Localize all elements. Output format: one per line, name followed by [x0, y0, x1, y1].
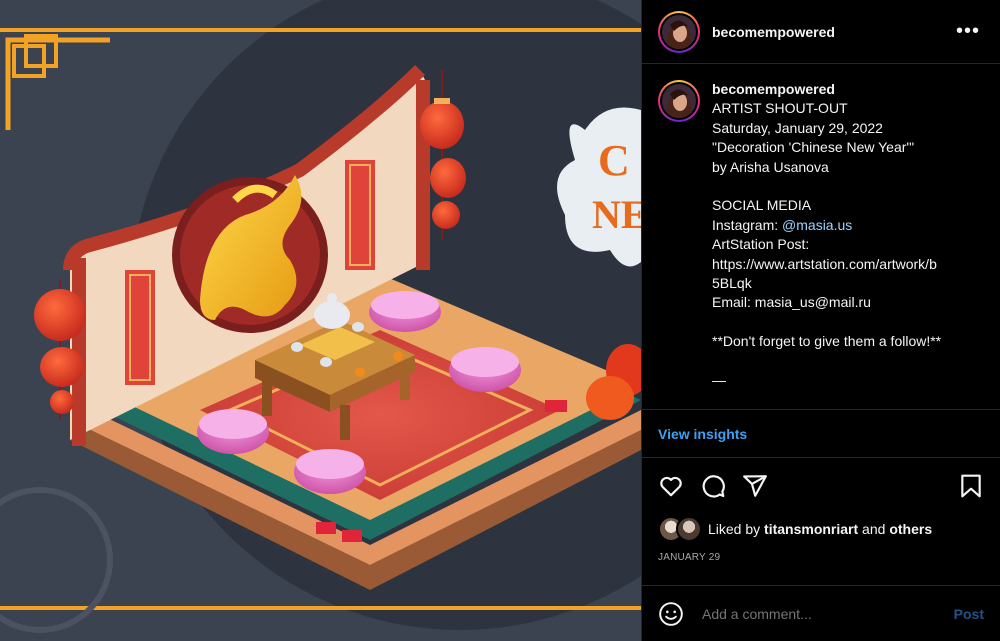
caption-line: Email: masia_us@mail.ru: [712, 294, 871, 311]
caption-text: becomempowered ARTIST SHOUT-OUT Saturday…: [712, 80, 972, 409]
comment-input[interactable]: [700, 604, 954, 623]
author-username[interactable]: becomempowered: [712, 24, 835, 40]
caption-avatar[interactable]: [658, 80, 700, 122]
caption-line: [712, 313, 972, 332]
caption-line: SOCIAL MEDIA: [712, 197, 812, 214]
liked-by-prefix: Liked by: [708, 521, 761, 537]
action-bar: [642, 458, 1000, 514]
post-image[interactable]: C NE: [0, 0, 641, 641]
more-horizontal-icon[interactable]: •••: [952, 20, 984, 43]
caption-line: [712, 352, 972, 371]
emoji-icon[interactable]: [658, 601, 684, 627]
liked-by-middle: and: [858, 521, 890, 537]
comment-icon[interactable]: [700, 473, 726, 499]
bookmark-icon[interactable]: [958, 473, 984, 499]
author-avatar[interactable]: [658, 10, 700, 53]
instagram-label: Instagram:: [712, 216, 783, 233]
artwork-illustration: C NE: [0, 0, 641, 633]
caption-line: ARTIST SHOUT-OUT: [712, 100, 848, 117]
liker-avatars[interactable]: [658, 516, 702, 542]
caption-block: becomempowered ARTIST SHOUT-OUT Saturday…: [642, 64, 1000, 409]
banner-text-2: NE: [592, 192, 641, 237]
liked-by-user[interactable]: titansmonriart: [764, 521, 858, 537]
caption-username[interactable]: becomempowered: [712, 80, 972, 99]
instagram-post-view: C NE becomempowered ••• becomempowered A…: [0, 0, 1000, 641]
share-icon[interactable]: [742, 473, 768, 499]
caption-line: ArtStation Post:: [712, 236, 810, 253]
caption-line: by Arisha Usanova: [712, 158, 829, 175]
instagram-mention-link[interactable]: @masia.us: [782, 217, 852, 233]
comment-bar: Post: [642, 585, 1000, 641]
likes-summary: Liked by titansmonriart and others: [642, 514, 1000, 544]
caption-line: Saturday, January 29, 2022: [712, 119, 883, 136]
post-date[interactable]: JANUARY 29: [642, 544, 1000, 570]
post-header: becomempowered •••: [642, 0, 1000, 64]
banner-text-1: C: [598, 136, 630, 185]
caption-line: 5BLqk: [712, 275, 752, 292]
view-insights-link[interactable]: View insights: [658, 426, 747, 442]
post-comment-button[interactable]: Post: [954, 606, 984, 622]
liked-by-others[interactable]: others: [889, 521, 932, 537]
insights-bar: View insights: [642, 409, 1000, 458]
caption-line: —: [712, 372, 726, 389]
caption-line: https://www.artstation.com/artwork/b: [712, 255, 937, 272]
caption-line: [712, 177, 972, 196]
caption-line-instagram: Instagram: @masia.us: [712, 216, 972, 235]
caption-line: **Don't forget to give them a follow!**: [712, 333, 942, 350]
post-side-panel: becomempowered ••• becomempowered ARTIST…: [641, 0, 1000, 641]
heart-icon[interactable]: [658, 473, 684, 499]
caption-line: "Decoration 'Chinese New Year'": [712, 139, 915, 156]
